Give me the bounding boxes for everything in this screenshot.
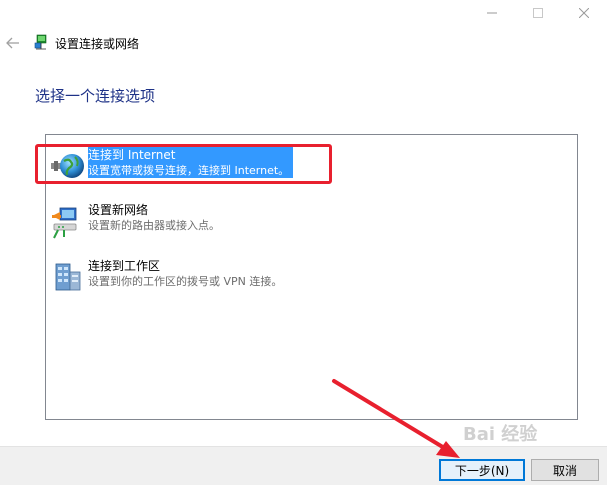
minimize-icon: [487, 12, 497, 14]
close-button[interactable]: [561, 0, 607, 26]
dialog-window: 设置连接或网络 选择一个连接选项 连接到 Internet 设置宽带或拨号连接，…: [0, 0, 607, 485]
maximize-button[interactable]: [515, 0, 561, 26]
router-setup-icon: [52, 207, 77, 239]
back-arrow-icon: [6, 37, 19, 49]
globe-icon: [51, 154, 84, 178]
option-setup-network[interactable]: 设置新网络 设置新的路由器或接入点。: [50, 202, 350, 242]
option-description: 设置到你的工作区的拨号或 VPN 连接。: [88, 275, 283, 288]
option-connect-internet[interactable]: 连接到 Internet 设置宽带或拨号连接，连接到 Internet。: [50, 147, 350, 187]
minimize-button[interactable]: [469, 0, 515, 26]
connection-options-list[interactable]: 连接到 Internet 设置宽带或拨号连接，连接到 Internet。 设置新…: [45, 134, 578, 420]
workplace-icon: [55, 263, 81, 291]
watermark: Bai 经验: [463, 424, 538, 445]
option-title: 设置新网络: [88, 203, 149, 217]
option-description: 设置宽带或拨号连接，连接到 Internet。: [88, 163, 294, 178]
close-icon: [579, 8, 589, 18]
next-button[interactable]: 下一步(N): [439, 459, 525, 481]
window-controls: [469, 0, 607, 26]
option-description: 设置新的路由器或接入点。: [88, 219, 220, 232]
maximize-icon: [533, 8, 543, 18]
back-button[interactable]: [4, 34, 22, 52]
option-title: 连接到 Internet: [88, 147, 294, 163]
page-heading: 选择一个连接选项: [35, 87, 156, 105]
network-setup-icon: [34, 34, 47, 50]
cancel-button[interactable]: 取消: [531, 459, 599, 481]
option-title: 连接到工作区: [88, 259, 161, 273]
option-connect-workplace[interactable]: 连接到工作区 设置到你的工作区的拨号或 VPN 连接。: [50, 258, 350, 298]
window-title: 设置连接或网络: [55, 37, 140, 51]
